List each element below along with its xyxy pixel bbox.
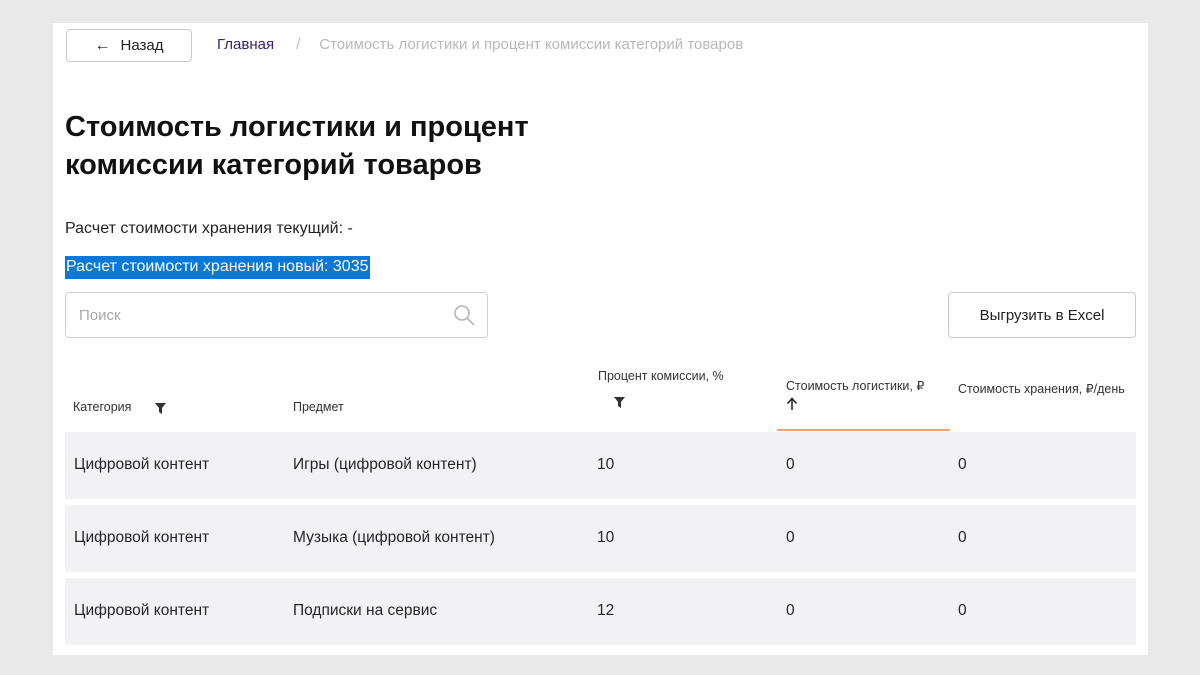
export-excel-button[interactable]: Выгрузить в Excel (948, 292, 1136, 338)
cell-logistics: 0 (786, 602, 795, 619)
cell-logistics: 0 (786, 456, 795, 473)
cell-storage: 0 (958, 456, 967, 473)
filter-icon[interactable] (154, 402, 166, 415)
content-card: ← Назад Главная / Стоимость логистики и … (53, 23, 1148, 655)
cell-logistics: 0 (786, 529, 795, 546)
column-header-commission: Процент комиссии, % (598, 368, 768, 408)
cell-subject: Музыка (цифровой контент) (293, 529, 495, 546)
search-icon[interactable] (453, 304, 475, 326)
search-box (65, 292, 488, 338)
table-header: Категория Предмет Процент комиссии, % Ст… (65, 363, 1136, 431)
arrow-left-icon: ← (94, 36, 111, 54)
page-title: Стоимость логистики и процент комиссии к… (65, 111, 529, 181)
storage-cost-new: Расчет стоимости хранения новый: 3035 (65, 256, 370, 279)
arrow-up-icon[interactable] (786, 397, 798, 411)
column-header-commission-label: Процент комиссии, % (598, 369, 724, 383)
cell-category: Цифровой контент (74, 529, 210, 546)
breadcrumb-separator: / (296, 36, 301, 53)
filter-icon[interactable] (614, 396, 625, 408)
cell-storage: 0 (958, 529, 967, 546)
cell-storage: 0 (958, 602, 967, 619)
column-header-category: Категория (73, 399, 166, 416)
table-body: Цифровой контент Игры (цифровой контент)… (65, 432, 1136, 651)
breadcrumb-current: Стоимость логистики и процент комиссии к… (319, 36, 744, 53)
column-header-category-label: Категория (73, 400, 132, 414)
cell-category: Цифровой контент (74, 602, 210, 619)
column-header-storage: Стоимость хранения, ₽/день (958, 382, 1125, 396)
cell-category: Цифровой контент (74, 456, 210, 473)
cell-commission: 10 (597, 456, 615, 473)
back-button[interactable]: ← Назад (66, 29, 192, 62)
column-header-logistics-label: Стоимость логистики, ₽ (786, 379, 925, 393)
breadcrumb-home[interactable]: Главная (217, 36, 274, 53)
cell-subject: Подписки на сервис (293, 602, 438, 619)
back-button-label: Назад (120, 37, 164, 54)
breadcrumb: Главная / Стоимость логистики и процент … (217, 36, 743, 53)
table-row: Цифровой контент Подписки на сервис 12 0… (65, 578, 1136, 645)
cell-subject: Игры (цифровой контент) (293, 456, 477, 473)
cell-commission: 10 (597, 529, 615, 546)
storage-cost-current: Расчет стоимости хранения текущий: - (65, 220, 353, 237)
sort-active-underline (777, 429, 950, 431)
cell-commission: 12 (597, 602, 615, 619)
column-header-logistics[interactable]: Стоимость логистики, ₽ (786, 378, 946, 411)
column-header-subject: Предмет (293, 400, 344, 414)
table-row: Цифровой контент Игры (цифровой контент)… (65, 432, 1136, 499)
search-input[interactable] (79, 306, 453, 324)
table-row: Цифровой контент Музыка (цифровой контен… (65, 505, 1136, 572)
